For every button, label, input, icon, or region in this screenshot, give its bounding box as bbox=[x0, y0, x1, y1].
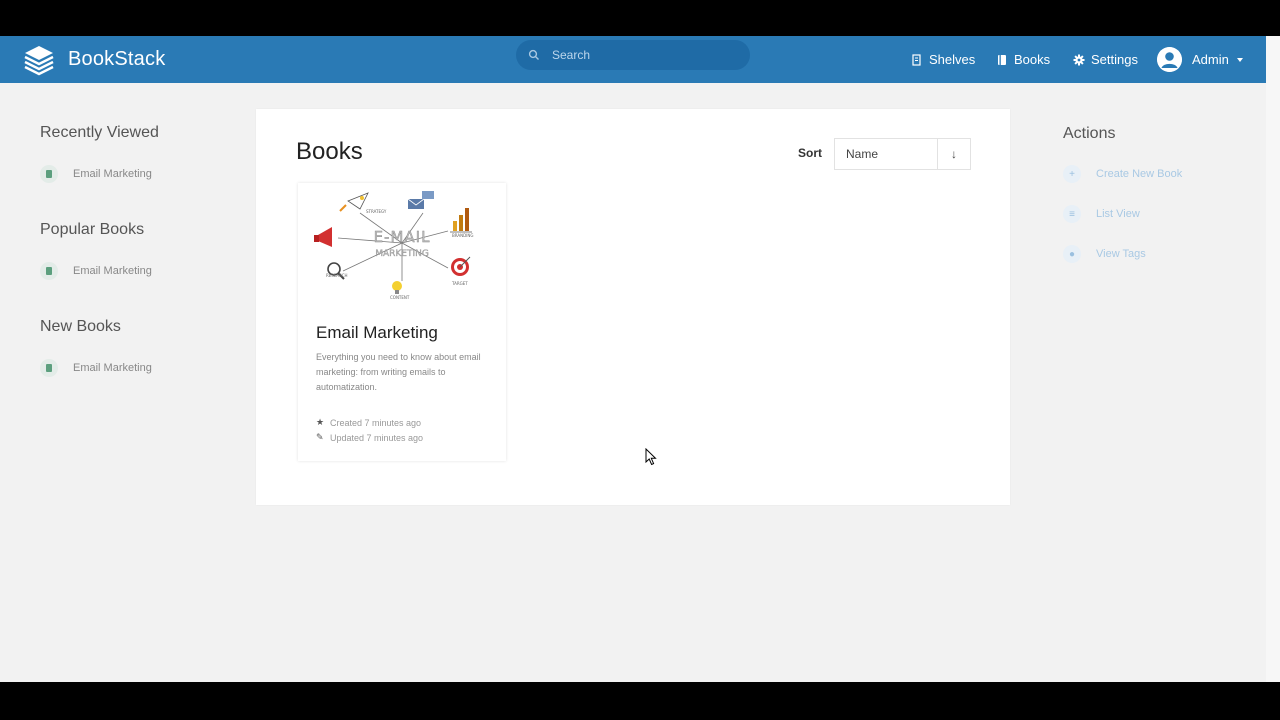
cover-label: TARGET bbox=[451, 281, 468, 286]
book-icon bbox=[40, 165, 58, 183]
side-item-label: Email Marketing bbox=[73, 265, 152, 277]
star-icon: ★ bbox=[316, 417, 325, 427]
nav-books-link[interactable]: Books bbox=[996, 36, 1050, 83]
avatar bbox=[1157, 47, 1182, 72]
cover-label: CONTENT bbox=[390, 295, 410, 300]
sort-direction-button[interactable]: ↓ bbox=[937, 139, 970, 169]
recently-viewed-item[interactable]: Email Marketing bbox=[40, 165, 152, 183]
nav-books-label: Books bbox=[1014, 52, 1051, 67]
nav-settings-label: Settings bbox=[1091, 52, 1138, 67]
app-viewport: BookStack Shelves Books bbox=[0, 36, 1280, 682]
chevron-down-icon bbox=[1236, 57, 1243, 62]
top-header: BookStack Shelves Books bbox=[0, 36, 1266, 83]
recently-viewed-heading: Recently Viewed bbox=[40, 124, 159, 141]
page-title: Books bbox=[296, 138, 363, 165]
gear-icon bbox=[1073, 54, 1085, 65]
letterbox-top bbox=[0, 0, 1280, 36]
action-label: List View bbox=[1096, 208, 1140, 220]
app-name: BookStack bbox=[68, 47, 166, 70]
scrollbar[interactable] bbox=[1266, 36, 1280, 682]
popular-books-heading: Popular Books bbox=[40, 221, 145, 238]
list-view-action[interactable]: ≡ List View bbox=[1063, 205, 1140, 223]
book-updated: ✎ Updated 7 minutes ago bbox=[316, 432, 423, 443]
mouse-cursor-icon bbox=[645, 448, 657, 466]
book-created: ★ Created 7 minutes ago bbox=[316, 417, 421, 428]
action-label: Create New Book bbox=[1096, 168, 1183, 180]
user-menu[interactable]: Admin bbox=[1157, 36, 1243, 83]
popular-book-item[interactable]: Email Marketing bbox=[40, 262, 152, 280]
book-icon bbox=[998, 54, 1006, 65]
new-book-item[interactable]: Email Marketing bbox=[40, 359, 152, 377]
nav-shelves-link[interactable]: Shelves bbox=[911, 36, 975, 83]
view-tags-action[interactable]: ● View Tags bbox=[1063, 245, 1146, 263]
shelves-icon bbox=[912, 53, 921, 66]
search-input[interactable] bbox=[550, 47, 734, 63]
cover-label: STRATEGY bbox=[366, 209, 387, 214]
nav-shelves-label: Shelves bbox=[929, 52, 976, 67]
sort-control: Name ↓ bbox=[834, 138, 971, 170]
updated-text: Updated 7 minutes ago bbox=[330, 432, 424, 443]
book-title[interactable]: Email Marketing bbox=[316, 323, 438, 343]
brand-link[interactable]: BookStack bbox=[22, 40, 165, 78]
sort-select[interactable]: Name bbox=[835, 147, 937, 161]
search-bar[interactable] bbox=[516, 40, 750, 70]
books-panel: Books Sort Name ↓ E-MAIL MARKETING STRAT… bbox=[256, 109, 1010, 505]
cover-title-line1: E-MAIL bbox=[374, 228, 431, 246]
action-label: View Tags bbox=[1096, 248, 1146, 260]
book-description: Everything you need to know about email … bbox=[316, 352, 481, 392]
book-card[interactable]: E-MAIL MARKETING STRATEGY RESEARCH CONTE… bbox=[298, 183, 506, 461]
book-cover-image: E-MAIL MARKETING STRATEGY RESEARCH CONTE… bbox=[298, 183, 506, 307]
tag-icon: ● bbox=[1063, 245, 1081, 263]
side-item-label: Email Marketing bbox=[73, 168, 152, 180]
create-new-book-action[interactable]: + Create New Book bbox=[1063, 165, 1182, 183]
book-icon bbox=[40, 359, 58, 377]
search-icon bbox=[528, 49, 539, 60]
bookstack-logo-icon bbox=[24, 46, 54, 76]
cover-label: BRANDING bbox=[452, 233, 473, 238]
list-icon: ≡ bbox=[1063, 205, 1081, 223]
letterbox-bottom bbox=[0, 682, 1280, 720]
actions-heading: Actions bbox=[1063, 125, 1116, 142]
side-item-label: Email Marketing bbox=[73, 362, 152, 374]
sort-label: Sort bbox=[798, 146, 822, 160]
user-icon bbox=[1157, 47, 1182, 72]
pencil-icon: ✎ bbox=[316, 432, 324, 442]
created-text: Created 7 minutes ago bbox=[330, 417, 422, 428]
plus-icon: + bbox=[1063, 165, 1081, 183]
cover-label: RESEARCH bbox=[326, 273, 348, 278]
book-icon bbox=[40, 262, 58, 280]
nav-settings-link[interactable]: Settings bbox=[1073, 36, 1138, 83]
cover-title-line2: MARKETING bbox=[375, 249, 429, 259]
new-books-heading: New Books bbox=[40, 318, 121, 335]
user-name: Admin bbox=[1192, 52, 1229, 67]
